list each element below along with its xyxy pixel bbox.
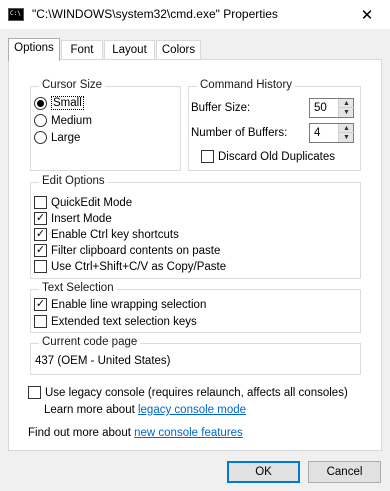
code-page-title: Current code page bbox=[39, 336, 141, 348]
tab-layout[interactable]: Layout bbox=[104, 40, 155, 60]
checkbox[interactable]: ✓ bbox=[34, 228, 47, 241]
learn-more-text: Learn more about legacy console mode bbox=[44, 404, 246, 416]
cursor-size-group: Cursor Size Small Medium Large bbox=[30, 79, 181, 171]
radio-label: Small bbox=[51, 96, 84, 110]
learn-more-prefix: Learn more about bbox=[44, 404, 138, 416]
radio-button[interactable] bbox=[34, 131, 47, 144]
checkbox[interactable] bbox=[34, 315, 47, 328]
spin-down-icon[interactable]: ▼ bbox=[339, 133, 354, 142]
legacy-console-checkbox[interactable]: Use legacy console (requires relaunch, a… bbox=[28, 386, 348, 399]
cancel-button[interactable]: Cancel bbox=[308, 461, 381, 483]
legacy-console-link[interactable]: legacy console mode bbox=[138, 404, 246, 416]
checkbox[interactable] bbox=[34, 196, 47, 209]
extended-selection-checkbox[interactable]: Extended text selection keys bbox=[34, 315, 197, 328]
checkbox-label: QuickEdit Mode bbox=[51, 196, 133, 209]
tab-colors[interactable]: Colors bbox=[156, 40, 201, 60]
cursor-size-title: Cursor Size bbox=[39, 79, 106, 91]
radio-small[interactable]: Small bbox=[34, 96, 84, 110]
spin-up-icon[interactable]: ▲ bbox=[339, 99, 354, 108]
new-features-link[interactable]: new console features bbox=[134, 427, 243, 439]
checkbox-label: Enable Ctrl key shortcuts bbox=[51, 228, 179, 241]
checkbox-label: Filter clipboard contents on paste bbox=[51, 244, 221, 257]
radio-label: Medium bbox=[51, 114, 92, 127]
edit-options-group: Edit Options QuickEdit Mode ✓ Insert Mod… bbox=[30, 175, 361, 279]
close-button[interactable]: ✕ bbox=[344, 0, 390, 30]
window-title: "C:\WINDOWS\system32\cmd.exe" Properties bbox=[32, 7, 278, 21]
checkbox-label: Use Ctrl+Shift+C/V as Copy/Paste bbox=[51, 260, 227, 273]
title-bar: C:\ "C:\WINDOWS\system32\cmd.exe" Proper… bbox=[0, 0, 390, 30]
checkbox-label: Insert Mode bbox=[51, 212, 112, 225]
checkbox[interactable] bbox=[34, 260, 47, 273]
tab-options[interactable]: Options bbox=[8, 38, 60, 61]
checkbox-label: Enable line wrapping selection bbox=[51, 298, 207, 311]
ctrl-shortcuts-checkbox[interactable]: ✓ Enable Ctrl key shortcuts bbox=[34, 228, 179, 241]
buffer-size-label: Buffer Size: bbox=[191, 102, 251, 114]
radio-medium[interactable]: Medium bbox=[34, 114, 92, 127]
insert-mode-checkbox[interactable]: ✓ Insert Mode bbox=[34, 212, 112, 225]
spin-up-icon[interactable]: ▲ bbox=[339, 124, 354, 133]
edit-options-title: Edit Options bbox=[39, 175, 108, 187]
radio-button[interactable] bbox=[34, 114, 47, 127]
find-out-more-text: Find out more about new console features bbox=[28, 427, 243, 439]
code-page-value: 437 (OEM - United States) bbox=[35, 355, 171, 367]
radio-large[interactable]: Large bbox=[34, 131, 80, 144]
discard-duplicates-checkbox[interactable]: Discard Old Duplicates bbox=[201, 150, 335, 163]
num-buffers-label: Number of Buffers: bbox=[191, 127, 288, 139]
buffer-size-stepper[interactable]: 50 ▲ ▼ bbox=[309, 98, 354, 118]
checkbox[interactable] bbox=[201, 150, 214, 163]
checkbox-label: Extended text selection keys bbox=[51, 315, 197, 328]
code-page-group: Current code page 437 (OEM - United Stat… bbox=[30, 336, 361, 375]
ctrl-shift-cv-checkbox[interactable]: Use Ctrl+Shift+C/V as Copy/Paste bbox=[34, 260, 226, 273]
filter-clipboard-checkbox[interactable]: ✓ Filter clipboard contents on paste bbox=[34, 244, 220, 257]
cmd-icon: C:\ bbox=[8, 8, 24, 21]
options-panel: Cursor Size Small Medium Large Command H… bbox=[8, 59, 382, 451]
checkbox[interactable]: ✓ bbox=[34, 212, 47, 225]
spin-down-icon[interactable]: ▼ bbox=[339, 108, 354, 117]
command-history-group: Command History Buffer Size: 50 ▲ ▼ Numbe… bbox=[188, 79, 361, 171]
radio-label: Large bbox=[51, 131, 81, 144]
checkbox-label: Discard Old Duplicates bbox=[218, 150, 335, 163]
checkbox[interactable]: ✓ bbox=[34, 298, 47, 311]
tab-font[interactable]: Font bbox=[61, 40, 103, 60]
ok-button[interactable]: OK bbox=[227, 461, 300, 483]
radio-button[interactable] bbox=[34, 96, 47, 110]
num-buffers-value[interactable]: 4 bbox=[314, 127, 320, 139]
buffer-size-value[interactable]: 50 bbox=[314, 102, 327, 114]
checkbox[interactable] bbox=[28, 386, 41, 399]
text-selection-group: Text Selection ✓ Enable line wrapping se… bbox=[30, 282, 361, 333]
text-selection-title: Text Selection bbox=[39, 282, 117, 294]
find-out-prefix: Find out more about bbox=[28, 427, 135, 439]
checkbox-label: Use legacy console (requires relaunch, a… bbox=[45, 386, 348, 399]
line-wrapping-checkbox[interactable]: ✓ Enable line wrapping selection bbox=[34, 298, 206, 311]
command-history-title: Command History bbox=[197, 79, 296, 91]
tab-bar: Options Font Layout Colors bbox=[8, 38, 382, 61]
checkbox[interactable]: ✓ bbox=[34, 244, 47, 257]
quickedit-checkbox[interactable]: QuickEdit Mode bbox=[34, 196, 132, 209]
num-buffers-stepper[interactable]: 4 ▲ ▼ bbox=[309, 123, 354, 143]
